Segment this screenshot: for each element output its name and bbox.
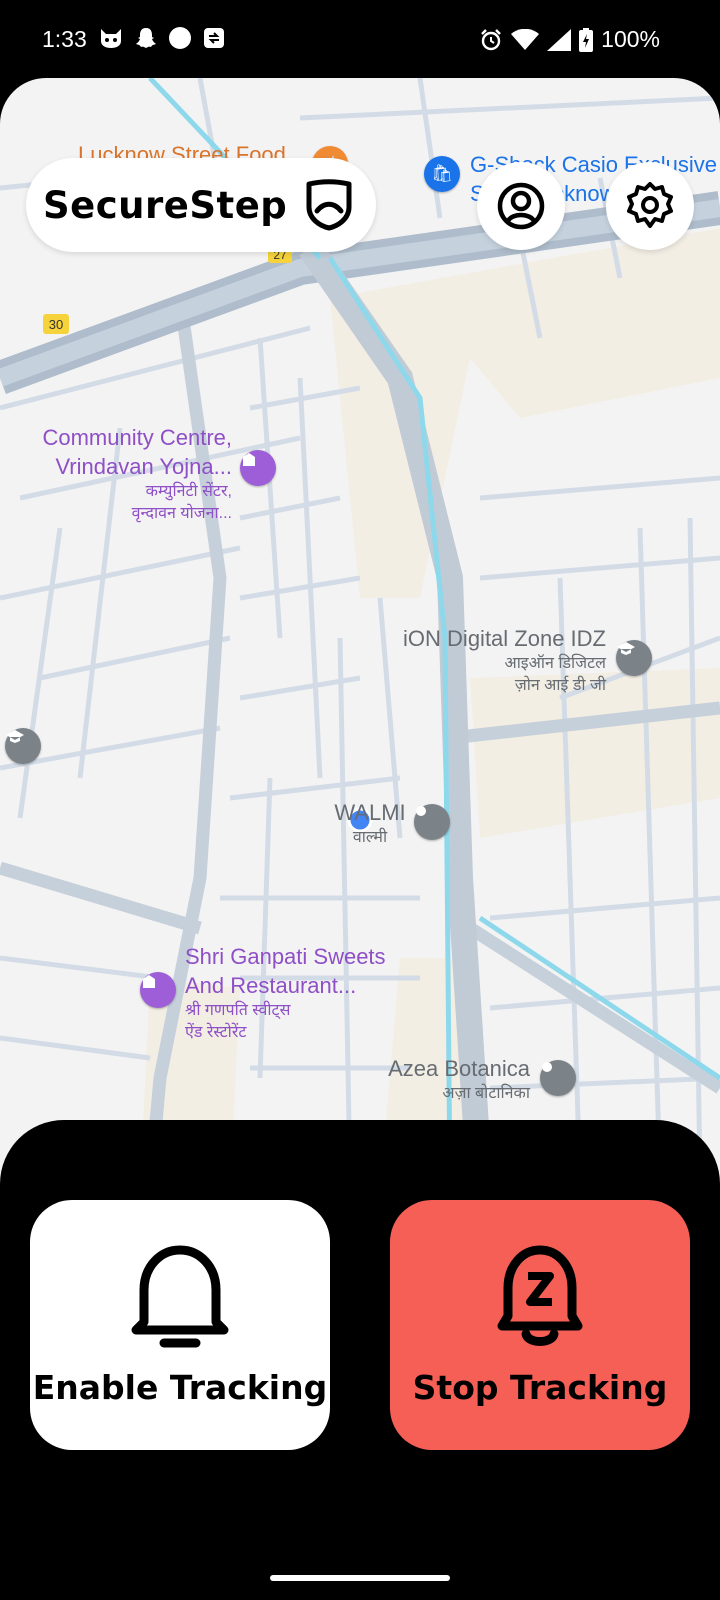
- stop-tracking-label: Stop Tracking: [412, 1368, 668, 1407]
- community-pin-icon[interactable]: [240, 450, 276, 486]
- shopping-bag-pin-icon[interactable]: 🛍: [424, 156, 460, 192]
- user-profile-icon: [497, 182, 545, 230]
- poi-ion-digital-zone[interactable]: iON Digital Zone IDZ आइऑन डिजिटल ज़ोन आई…: [392, 624, 606, 697]
- poi-community-centre[interactable]: Community Centre, Vrindavan Yojna... कम्…: [26, 423, 232, 525]
- enable-tracking-label: Enable Tracking: [32, 1368, 328, 1407]
- status-time: 1:33: [42, 26, 87, 52]
- place-pin-icon[interactable]: [414, 804, 450, 840]
- app-title: SecureStep: [43, 183, 288, 227]
- wifi-icon: [511, 28, 540, 50]
- bell-icon: [131, 1245, 229, 1348]
- poi-azea-botanica[interactable]: Azea Botanica अज़ा बोटानिका: [380, 1054, 530, 1105]
- poi-walmi[interactable]: WALMI वाल्मी: [330, 798, 410, 849]
- settings-button[interactable]: [606, 162, 694, 250]
- road-shield-30: 30: [43, 314, 69, 334]
- snapchat-icon: [136, 28, 156, 48]
- gear-icon: [627, 182, 673, 228]
- svg-text:30: 30: [49, 317, 63, 332]
- alarm-icon: [481, 28, 502, 50]
- signal-icon: [547, 28, 572, 51]
- stop-tracking-button[interactable]: Stop Tracking: [390, 1200, 690, 1450]
- system-icons: 100%: [479, 26, 660, 53]
- restaurant-purple-pin-icon[interactable]: [140, 972, 176, 1008]
- home-indicator[interactable]: [270, 1575, 450, 1581]
- profile-button[interactable]: [477, 162, 565, 250]
- battery-icon: [579, 27, 594, 52]
- sync-app-icon: [204, 28, 224, 48]
- school-pin-icon[interactable]: [616, 640, 652, 676]
- poi-ganpati-sweets[interactable]: Shri Ganpati Sweets And Restaurant... श्…: [185, 942, 386, 1044]
- status-bar: 1:33 100%: [0, 0, 720, 78]
- enable-tracking-button[interactable]: Enable Tracking: [30, 1200, 330, 1450]
- battery-percentage: 100%: [601, 26, 660, 52]
- school-pin-left-icon[interactable]: [5, 728, 41, 764]
- app-brand-pill: SecureStep: [26, 158, 376, 252]
- bell-snooze-icon: [497, 1245, 583, 1346]
- shield-icon: [306, 179, 352, 231]
- circle-status-icon: [169, 27, 191, 49]
- place-pin-azea-icon[interactable]: [540, 1060, 576, 1096]
- notification-icons: [98, 26, 226, 50]
- cat-app-icon: [101, 29, 121, 48]
